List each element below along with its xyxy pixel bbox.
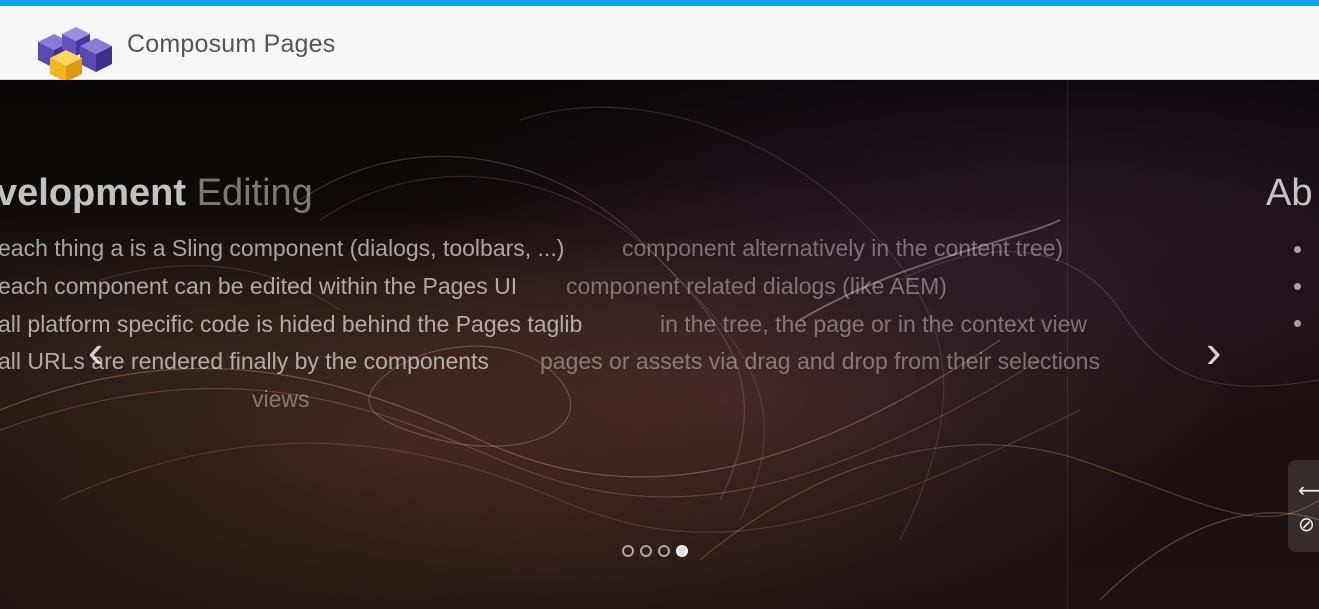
chevron-right-icon: › xyxy=(1206,325,1222,377)
carousel-dot-1[interactable] xyxy=(622,545,634,557)
overlay-line-3: in the tree, the page or in the context … xyxy=(660,311,1088,337)
feature-line-4: all URLs are rendered finally by the com… xyxy=(0,348,489,374)
side-toolbar: ⟷ ⊘ xyxy=(1288,460,1319,552)
hero-carousel: velopment Editing Ab each thing a is a S… xyxy=(0,80,1319,609)
next-slide-title: Ab xyxy=(1266,172,1313,214)
bullet-2 xyxy=(1294,283,1301,290)
slide-title-bold: velopment xyxy=(0,172,187,214)
arrows-horizontal-icon[interactable]: ⟷ xyxy=(1298,478,1319,503)
carousel-indicators xyxy=(622,545,688,557)
overlay-line-4: pages or assets via drag and drop from t… xyxy=(540,348,1100,374)
carousel-next-button[interactable]: › xyxy=(1206,328,1221,374)
bullet-3 xyxy=(1294,320,1301,327)
chevron-left-icon: ‹ xyxy=(88,325,104,377)
app-header: Composum Pages xyxy=(0,6,1319,82)
slide-title-light: Editing xyxy=(196,172,313,214)
slide-divider xyxy=(1067,80,1068,609)
eye-slash-icon[interactable]: ⊘ xyxy=(1298,512,1315,537)
overlay-line-2: component related dialogs (like AEM) xyxy=(566,273,947,299)
overlay-line-5: views xyxy=(252,386,310,412)
brand-title[interactable]: Composum Pages xyxy=(127,30,335,59)
feature-line-2: each component can be edited within the … xyxy=(0,273,518,299)
carousel-dot-2[interactable] xyxy=(640,545,652,557)
slide-title: velopment Editing xyxy=(0,172,313,215)
carousel-dot-3[interactable] xyxy=(658,545,670,557)
background-artwork xyxy=(0,106,1319,601)
bullet-1 xyxy=(1294,246,1301,253)
overlay-line-1: component alternatively in the content t… xyxy=(622,235,1064,261)
composum-logo-icon[interactable] xyxy=(18,20,118,82)
carousel-prev-button[interactable]: ‹ xyxy=(88,328,103,374)
feature-line-1: each thing a is a Sling component (dialo… xyxy=(0,235,565,261)
carousel-dot-4[interactable] xyxy=(676,545,688,557)
